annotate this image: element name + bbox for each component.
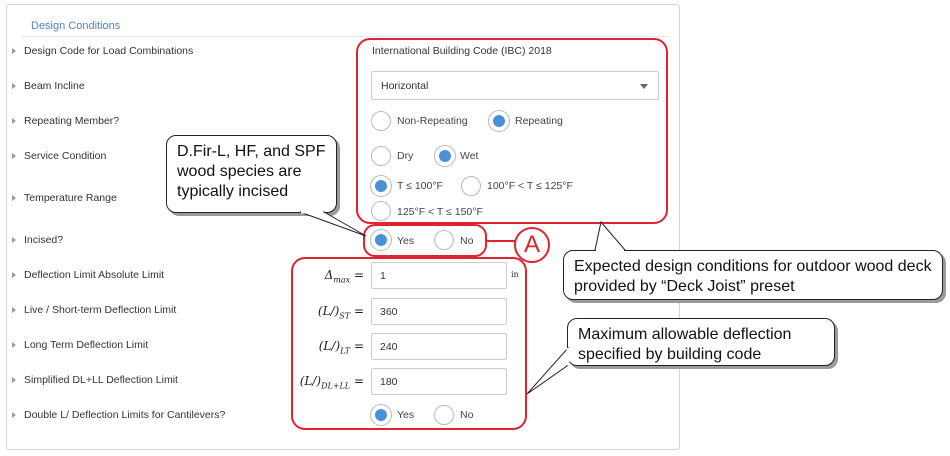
expand-arrow-icon[interactable] [12,307,16,313]
marker-connector [487,240,515,242]
expand-arrow-icon[interactable] [12,48,16,54]
deflection-highlight-box [291,257,527,430]
expand-arrow-icon[interactable] [12,377,16,383]
row-label-incised: Incised? [24,234,64,246]
incised-highlight-box [363,224,487,257]
row-label-temperature-range: Temperature Range [24,192,117,204]
row-label-live-short-term: Live / Short-term Deflection Limit [24,304,177,316]
section-title: Design Conditions [31,20,121,32]
divider [21,36,669,37]
row-label-simplified: Simplified DL+LL Deflection Limit [24,374,178,386]
row-label-beam-incline: Beam Incline [24,80,85,92]
preset-callout-pointer [594,220,627,253]
expand-arrow-icon[interactable] [12,118,16,124]
row-label-long-term: Long Term Deflection Limit [24,339,149,351]
row-label-design-code: Design Code for Load Combinations [24,45,194,57]
expand-arrow-icon[interactable] [12,153,16,159]
expand-arrow-icon[interactable] [12,195,16,201]
expand-arrow-icon[interactable] [12,412,16,418]
expand-arrow-icon[interactable] [12,272,16,278]
row-label-double-l: Double L/ Deflection Limits for Cantilev… [24,409,226,421]
expand-arrow-icon[interactable] [12,342,16,348]
preset-highlight-box [356,38,668,224]
row-label-deflection-absolute: Deflection Limit Absolute Limit [24,269,165,281]
code-callout-pointer [526,346,570,395]
incised-callout-pointer [299,210,367,237]
row-label-service-condition: Service Condition [24,150,107,162]
row-label-repeating-member: Repeating Member? [24,115,120,127]
code-callout: Maximum allowable deflection specified b… [567,318,835,366]
expand-arrow-icon[interactable] [12,83,16,89]
expand-arrow-icon[interactable] [12,237,16,243]
